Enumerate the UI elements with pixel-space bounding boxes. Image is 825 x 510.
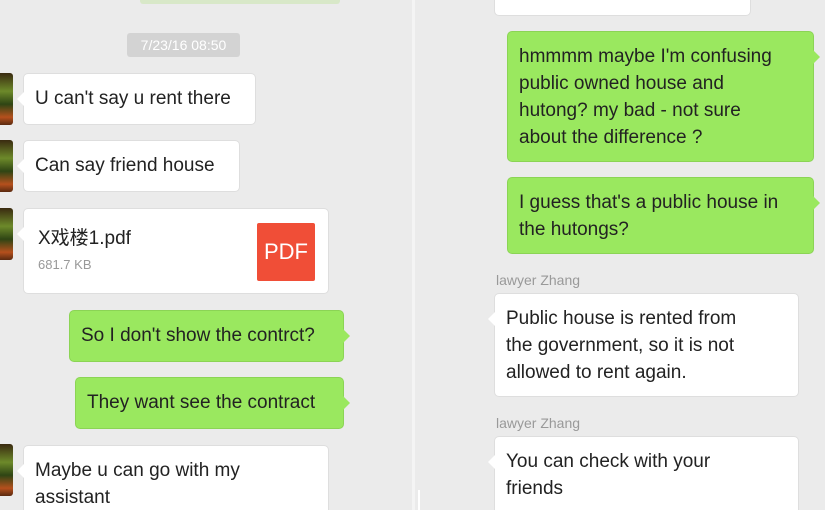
message-text-line: You can check with your <box>506 451 711 472</box>
outgoing-message-bubble[interactable]: hmmmm maybe I'm confusing public owned h… <box>508 32 820 161</box>
bubble-tail <box>17 227 24 241</box>
message-text-line: the hutongs? <box>519 219 629 240</box>
file-name: X戏楼1.pdf <box>38 228 131 249</box>
contact-avatar[interactable] <box>0 208 13 260</box>
message-text-line: allowed to rent again. <box>506 362 687 383</box>
message-text-line: I guess that's a public house in <box>519 192 779 213</box>
message-text-line: Maybe u can go with my <box>35 460 240 481</box>
outgoing-message-bubble[interactable]: They want see the contract <box>76 378 350 428</box>
outgoing-message-bubble[interactable]: So I don't show the contrct? <box>70 311 350 361</box>
message-text-line: assistant <box>35 487 110 508</box>
message-text: So I don't show the contrct? <box>81 325 315 346</box>
file-attachment-bubble[interactable]: X戏楼1.pdf 681.7 KB PDF <box>17 209 328 293</box>
bubble-tail <box>17 92 24 106</box>
pdf-file-icon: PDF <box>257 223 315 281</box>
bubble-tail <box>488 455 495 469</box>
outgoing-message-bubble[interactable]: I guess that's a public house in the hut… <box>508 178 820 253</box>
incoming-message-bubble[interactable]: You can check with your friends <box>488 437 798 510</box>
bubble-tail <box>813 196 820 210</box>
message-text-line: hutong? my bad - not sure <box>519 100 741 121</box>
message-text: U can't say u rent there <box>35 88 231 109</box>
bubble-tail <box>17 464 24 478</box>
bubble-tail <box>813 50 820 64</box>
previous-message-edge <box>140 0 340 4</box>
message-text-line: the government, so it is not <box>506 335 735 356</box>
bubble-tail <box>17 159 24 173</box>
incoming-message-bubble[interactable]: Can say friend house <box>17 141 239 191</box>
message-text-line: Public house is rented from <box>506 308 737 329</box>
message-text-line: about the difference ? <box>519 127 703 148</box>
message-text-line: friends <box>506 478 564 499</box>
left-chat-pane[interactable]: 7/23/16 08:50 U can't say u rent there C… <box>0 0 414 510</box>
message-text: Can say friend house <box>35 155 215 176</box>
contact-avatar[interactable] <box>0 444 13 496</box>
incoming-message-bubble[interactable]: Maybe u can go with my assistant <box>17 446 328 510</box>
message-text: They want see the contract <box>87 392 316 413</box>
right-chat-pane[interactable]: hmmmm maybe I'm confusing public owned h… <box>414 0 825 510</box>
bubble-tail <box>343 329 350 343</box>
contact-avatar[interactable] <box>0 140 13 192</box>
contact-avatar[interactable] <box>0 73 13 125</box>
message-text-line: hmmmm maybe I'm confusing <box>519 46 772 67</box>
message-text-line: public owned house and <box>519 73 724 94</box>
file-size: 681.7 KB <box>38 257 92 272</box>
incoming-message-bubble-partial[interactable] <box>495 0 750 15</box>
incoming-message-bubble[interactable]: Public house is rented from the governme… <box>488 294 798 396</box>
sender-name: lawyer Zhang <box>496 272 581 288</box>
incoming-message-bubble[interactable]: U can't say u rent there <box>17 74 255 124</box>
bubble-tail <box>488 312 495 326</box>
sender-name: lawyer Zhang <box>496 415 581 431</box>
bubble-tail <box>343 396 350 410</box>
message-timestamp: 7/23/16 08:50 <box>127 33 240 57</box>
